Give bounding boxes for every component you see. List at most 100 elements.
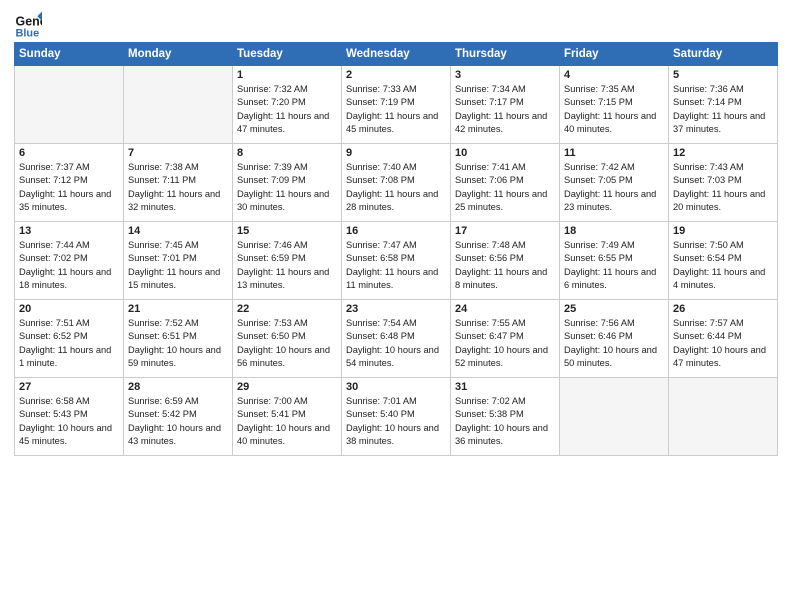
sunset-label: Sunset: 6:50 PM [237,331,306,341]
day-info: Sunrise: 7:56 AM Sunset: 6:46 PM Dayligh… [564,317,664,371]
sunset-label: Sunset: 7:02 PM [19,253,88,263]
sunset-label: Sunset: 6:44 PM [673,331,742,341]
day-number: 17 [455,225,555,237]
sunset-label: Sunset: 7:14 PM [673,97,742,107]
sunrise-label: Sunrise: 7:38 AM [128,162,199,172]
day-number: 23 [346,303,446,315]
day-info: Sunrise: 7:42 AM Sunset: 7:05 PM Dayligh… [564,161,664,215]
calendar-cell: 16 Sunrise: 7:47 AM Sunset: 6:58 PM Dayl… [342,222,451,300]
day-number: 13 [19,225,119,237]
calendar-cell: 26 Sunrise: 7:57 AM Sunset: 6:44 PM Dayl… [669,300,778,378]
calendar-cell: 10 Sunrise: 7:41 AM Sunset: 7:06 PM Dayl… [451,144,560,222]
calendar-cell: 27 Sunrise: 6:58 AM Sunset: 5:43 PM Dayl… [15,378,124,456]
daylight-label: Daylight: 10 hours and 38 minutes. [346,423,439,446]
sunrise-label: Sunrise: 7:36 AM [673,84,744,94]
calendar-cell: 17 Sunrise: 7:48 AM Sunset: 6:56 PM Dayl… [451,222,560,300]
calendar-cell: 21 Sunrise: 7:52 AM Sunset: 6:51 PM Dayl… [124,300,233,378]
daylight-label: Daylight: 11 hours and 6 minutes. [564,267,656,290]
day-info: Sunrise: 7:44 AM Sunset: 7:02 PM Dayligh… [19,239,119,293]
daylight-label: Daylight: 11 hours and 47 minutes. [237,111,329,134]
sunset-label: Sunset: 7:11 PM [128,175,196,185]
sunset-label: Sunset: 5:40 PM [346,409,415,419]
sunrise-label: Sunrise: 7:42 AM [564,162,635,172]
day-number: 21 [128,303,228,315]
day-number: 9 [346,147,446,159]
calendar-cell: 18 Sunrise: 7:49 AM Sunset: 6:55 PM Dayl… [560,222,669,300]
calendar-cell: 5 Sunrise: 7:36 AM Sunset: 7:14 PM Dayli… [669,66,778,144]
day-number: 2 [346,69,446,81]
day-number: 30 [346,381,446,393]
sunrise-label: Sunrise: 7:55 AM [455,318,526,328]
daylight-label: Daylight: 11 hours and 20 minutes. [673,189,765,212]
sunset-label: Sunset: 6:56 PM [455,253,524,263]
day-number: 27 [19,381,119,393]
daylight-label: Daylight: 10 hours and 43 minutes. [128,423,221,446]
sunrise-label: Sunrise: 7:52 AM [128,318,199,328]
sunset-label: Sunset: 6:52 PM [19,331,88,341]
sunset-label: Sunset: 5:41 PM [237,409,306,419]
day-number: 5 [673,69,773,81]
sunrise-label: Sunrise: 7:01 AM [346,396,417,406]
daylight-label: Daylight: 10 hours and 59 minutes. [128,345,221,368]
calendar-cell: 29 Sunrise: 7:00 AM Sunset: 5:41 PM Dayl… [233,378,342,456]
sunrise-label: Sunrise: 7:35 AM [564,84,635,94]
calendar-cell: 15 Sunrise: 7:46 AM Sunset: 6:59 PM Dayl… [233,222,342,300]
day-number: 31 [455,381,555,393]
day-number: 22 [237,303,337,315]
day-info: Sunrise: 7:51 AM Sunset: 6:52 PM Dayligh… [19,317,119,371]
svg-text:Blue: Blue [16,27,40,38]
daylight-label: Daylight: 11 hours and 32 minutes. [128,189,220,212]
sunrise-label: Sunrise: 7:45 AM [128,240,199,250]
day-info: Sunrise: 6:59 AM Sunset: 5:42 PM Dayligh… [128,395,228,449]
day-info: Sunrise: 7:55 AM Sunset: 6:47 PM Dayligh… [455,317,555,371]
weekday-thursday: Thursday [451,43,560,66]
day-number: 3 [455,69,555,81]
daylight-label: Daylight: 11 hours and 1 minute. [19,345,111,368]
calendar-cell: 13 Sunrise: 7:44 AM Sunset: 7:02 PM Dayl… [15,222,124,300]
day-info: Sunrise: 7:57 AM Sunset: 6:44 PM Dayligh… [673,317,773,371]
calendar-cell [15,66,124,144]
sunset-label: Sunset: 5:43 PM [19,409,88,419]
daylight-label: Daylight: 11 hours and 40 minutes. [564,111,656,134]
logo-icon: General Blue [14,10,42,38]
calendar-cell: 2 Sunrise: 7:33 AM Sunset: 7:19 PM Dayli… [342,66,451,144]
weekday-saturday: Saturday [669,43,778,66]
day-info: Sunrise: 7:40 AM Sunset: 7:08 PM Dayligh… [346,161,446,215]
sunrise-label: Sunrise: 7:40 AM [346,162,417,172]
calendar-cell: 7 Sunrise: 7:38 AM Sunset: 7:11 PM Dayli… [124,144,233,222]
calendar-body: 1 Sunrise: 7:32 AM Sunset: 7:20 PM Dayli… [15,66,778,456]
day-info: Sunrise: 7:01 AM Sunset: 5:40 PM Dayligh… [346,395,446,449]
calendar-cell: 30 Sunrise: 7:01 AM Sunset: 5:40 PM Dayl… [342,378,451,456]
daylight-label: Daylight: 10 hours and 54 minutes. [346,345,439,368]
day-info: Sunrise: 7:43 AM Sunset: 7:03 PM Dayligh… [673,161,773,215]
day-number: 28 [128,381,228,393]
calendar-cell: 8 Sunrise: 7:39 AM Sunset: 7:09 PM Dayli… [233,144,342,222]
day-info: Sunrise: 7:32 AM Sunset: 7:20 PM Dayligh… [237,83,337,137]
sunset-label: Sunset: 6:46 PM [564,331,633,341]
day-info: Sunrise: 7:36 AM Sunset: 7:14 PM Dayligh… [673,83,773,137]
day-info: Sunrise: 7:38 AM Sunset: 7:11 PM Dayligh… [128,161,228,215]
calendar-cell: 23 Sunrise: 7:54 AM Sunset: 6:48 PM Dayl… [342,300,451,378]
day-number: 20 [19,303,119,315]
calendar-cell: 6 Sunrise: 7:37 AM Sunset: 7:12 PM Dayli… [15,144,124,222]
day-info: Sunrise: 7:46 AM Sunset: 6:59 PM Dayligh… [237,239,337,293]
sunrise-label: Sunrise: 7:48 AM [455,240,526,250]
daylight-label: Daylight: 10 hours and 50 minutes. [564,345,657,368]
sunset-label: Sunset: 7:03 PM [673,175,742,185]
calendar-cell: 28 Sunrise: 6:59 AM Sunset: 5:42 PM Dayl… [124,378,233,456]
calendar-cell: 14 Sunrise: 7:45 AM Sunset: 7:01 PM Dayl… [124,222,233,300]
day-info: Sunrise: 7:54 AM Sunset: 6:48 PM Dayligh… [346,317,446,371]
week-row-1: 1 Sunrise: 7:32 AM Sunset: 7:20 PM Dayli… [15,66,778,144]
day-number: 24 [455,303,555,315]
daylight-label: Daylight: 11 hours and 13 minutes. [237,267,329,290]
sunset-label: Sunset: 7:01 PM [128,253,197,263]
day-info: Sunrise: 7:37 AM Sunset: 7:12 PM Dayligh… [19,161,119,215]
weekday-tuesday: Tuesday [233,43,342,66]
sunset-label: Sunset: 6:55 PM [564,253,633,263]
sunrise-label: Sunrise: 7:34 AM [455,84,526,94]
calendar-cell: 3 Sunrise: 7:34 AM Sunset: 7:17 PM Dayli… [451,66,560,144]
week-row-2: 6 Sunrise: 7:37 AM Sunset: 7:12 PM Dayli… [15,144,778,222]
calendar-cell: 20 Sunrise: 7:51 AM Sunset: 6:52 PM Dayl… [15,300,124,378]
day-number: 16 [346,225,446,237]
page-container: General Blue SundayMondayTuesdayWednesda… [0,0,792,464]
